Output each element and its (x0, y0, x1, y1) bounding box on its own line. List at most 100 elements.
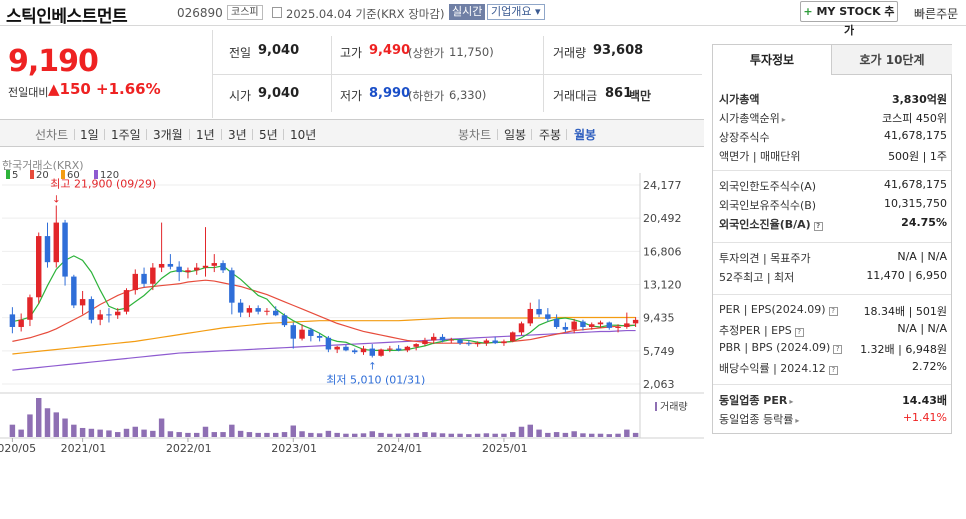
mystock-add-button[interactable]: + MY STOCK 추가 (800, 1, 898, 37)
volume-bar (141, 429, 147, 437)
candle-body (79, 299, 86, 306)
chevron-right-icon[interactable]: ▸ (789, 397, 793, 406)
candle-body (62, 222, 68, 277)
investment-info-panel: 투자정보 호가 10단계 시가총액 3,830억원 시가총액순위 ▸ 코스피 450위 상… (712, 44, 952, 434)
candle-body (457, 339, 463, 344)
info-row: 외국인한도주식수(A) 41,678,175 (719, 176, 947, 195)
candle-body (448, 339, 454, 341)
line-chart-label[interactable]: 선차트 (35, 126, 68, 143)
amount-label: 거래대금 (553, 89, 598, 103)
low-limit-label: (하한가 (408, 89, 445, 103)
volume-bar (123, 428, 130, 437)
volume-bar (246, 432, 253, 437)
period-week[interactable]: 주봉 (539, 126, 561, 143)
divider (104, 129, 105, 140)
candle-body (237, 302, 244, 313)
candle-body (27, 297, 33, 320)
calendar-icon (272, 7, 282, 18)
volume-legend-swatch (655, 402, 657, 411)
amount-unit: 백만 (629, 89, 652, 103)
candle-chart-label[interactable]: 봉차트 (458, 126, 491, 143)
range-1w[interactable]: 1주일 (111, 126, 141, 143)
candle-body (589, 324, 595, 327)
volume-bar (132, 426, 138, 437)
info-label: PBR | BPS (2024.09)? (719, 341, 843, 354)
candle-body (527, 308, 533, 324)
volume-bar (571, 431, 577, 437)
volume-bar (632, 432, 639, 437)
divider (497, 129, 498, 140)
info-label: 배당수익률 | 2024.12? (719, 360, 838, 376)
chevron-right-icon[interactable]: ▸ (782, 115, 786, 124)
candle-body (167, 263, 174, 267)
info-row: 외국인소진율(B/A)? 24.75% (719, 214, 947, 233)
range-3m[interactable]: 3개월 (153, 126, 183, 143)
range-3y[interactable]: 3년 (228, 126, 247, 143)
help-icon[interactable]: ? (828, 307, 838, 316)
info-label: 상장주식수 (719, 131, 770, 144)
volume-bar (79, 427, 86, 437)
volume-label: 거래량 (660, 401, 688, 413)
volume-bar (615, 433, 621, 437)
period-month[interactable]: 월봉 (574, 126, 596, 143)
volume-bar (290, 425, 296, 437)
volume-bar (264, 432, 270, 437)
high-limit-label: (상한가 (408, 46, 445, 60)
y-tick-label: 24,177 (643, 179, 682, 192)
volume-bar (281, 432, 288, 437)
volume-bar (501, 433, 507, 437)
help-icon[interactable]: ? (813, 222, 823, 231)
volume-bar (562, 432, 569, 437)
info-value: 코스피 450위 (882, 112, 947, 125)
y-tick-label: 2,063 (643, 378, 675, 391)
volume-bar (545, 432, 551, 437)
info-row: 동일업종 등락률 ▸ +1.41% (719, 409, 947, 428)
ma20-line (12, 279, 636, 344)
range-5y[interactable]: 5년 (259, 126, 278, 143)
corp-overview-button[interactable]: 기업개요 ▾ (487, 4, 545, 20)
x-tick-label: 2020/05 (0, 442, 36, 455)
low-value: 8,990 (369, 86, 411, 101)
candle-body (18, 319, 24, 327)
info-value: 1.32배 | 6,948원 (860, 343, 947, 356)
help-icon[interactable]: ? (828, 366, 838, 375)
tab-order-book[interactable]: 호가 10단계 (832, 45, 952, 75)
quick-order-link[interactable]: 빠른주문 (914, 5, 958, 22)
volume-label: 거래량 (553, 46, 587, 60)
prev-close-value: 9,040 (258, 43, 300, 58)
volume-bar (62, 418, 68, 437)
candle-body (9, 314, 16, 327)
volume-bar (624, 429, 630, 437)
volume-bar (378, 432, 384, 437)
help-icon[interactable]: ? (794, 328, 804, 337)
range-10y[interactable]: 10년 (290, 126, 316, 143)
stock-page: 스틱인베스트먼트 026890 코스피 2025.04.04 기준(KRX 장마… (0, 0, 966, 519)
candle-body (553, 318, 560, 327)
info-value: +1.41% (902, 411, 947, 424)
range-1d[interactable]: 1일 (80, 126, 99, 143)
candle-body (387, 348, 393, 350)
y-tick-label: 13,120 (643, 279, 682, 292)
info-label: PER | EPS(2024.09)? (719, 303, 838, 316)
period-day[interactable]: 일봉 (504, 126, 526, 143)
candle-body (536, 308, 542, 315)
tab-investment-info[interactable]: 투자정보 (713, 45, 832, 75)
volume-bar (431, 432, 437, 437)
realtime-button[interactable]: 실시간 (449, 4, 486, 20)
range-1y[interactable]: 1년 (196, 126, 215, 143)
divider (252, 129, 253, 140)
high-limit-value: 11,750) (449, 45, 494, 59)
volume-bar (71, 424, 77, 437)
volume-bar (492, 433, 498, 437)
info-value: 10,315,750 (884, 197, 947, 210)
price-chart: 한국거래소(KRX) 5 20 60 120 24,177 20,492 16,80… (0, 148, 704, 519)
volume-bar (360, 433, 367, 437)
volume-value: 93,608 (593, 43, 644, 58)
divider (146, 129, 147, 140)
volume-bar (211, 432, 217, 437)
info-row: 동일업종 PER ▸ 14.43배 (719, 390, 947, 409)
info-label: 외국인보유주식수(B) (719, 199, 817, 212)
plus-icon: + (803, 5, 813, 18)
chevron-right-icon[interactable]: ▸ (795, 416, 799, 425)
help-icon[interactable]: ? (833, 345, 843, 354)
